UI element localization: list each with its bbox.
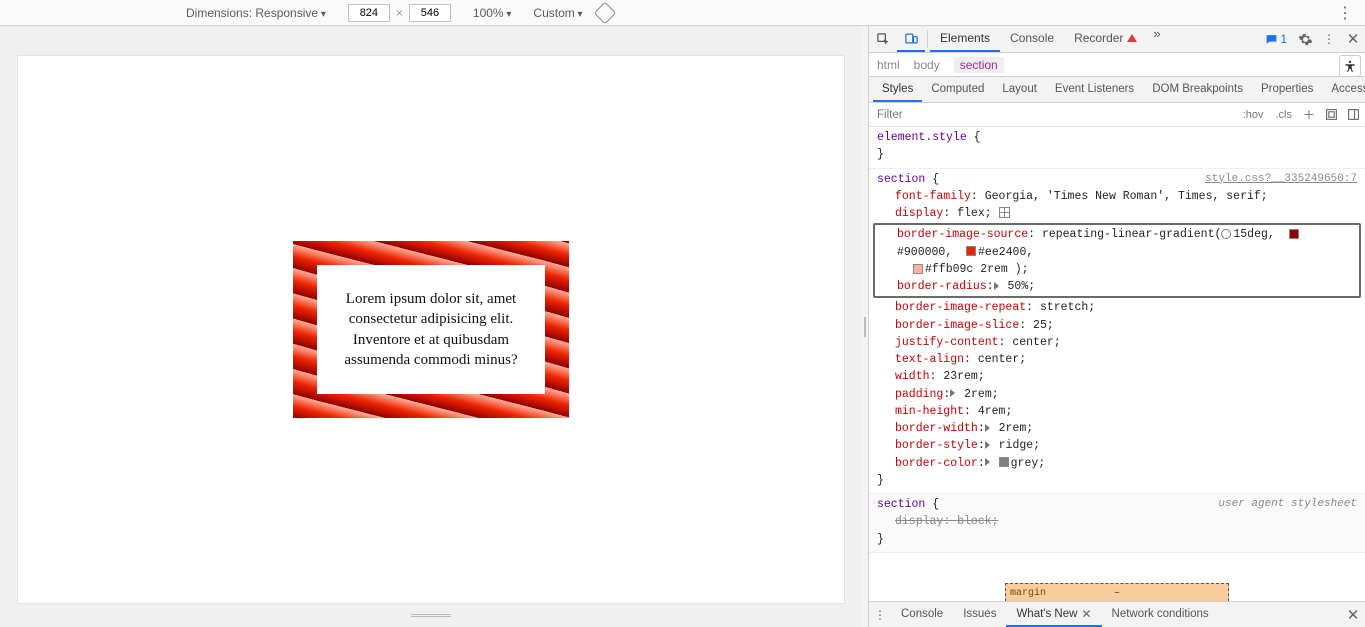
toggle-sidebar-icon[interactable]: [1345, 107, 1361, 123]
subtab-properties[interactable]: Properties: [1252, 77, 1322, 102]
viewport-width-input[interactable]: [348, 4, 390, 22]
device-toolbar: Dimensions: Responsive × 100% Custom ⋮: [0, 0, 1365, 26]
drawer-tab-whats-new[interactable]: What's New✕: [1006, 602, 1101, 627]
drawer-menu-icon[interactable]: ⋮: [869, 602, 891, 627]
rule-element-style[interactable]: element.style { }: [869, 127, 1365, 169]
dom-breadcrumb: html body section: [869, 53, 1365, 77]
subtab-event-listeners[interactable]: Event Listeners: [1046, 77, 1143, 102]
inspect-icon[interactable]: [869, 26, 897, 52]
settings-gear-icon[interactable]: [1293, 26, 1317, 52]
close-devtools-icon[interactable]: ✕: [1341, 26, 1365, 52]
color-swatch-3[interactable]: [913, 264, 923, 274]
dimension-separator: ×: [396, 6, 403, 20]
box-model-diagram[interactable]: margin – – – – border 32 32 32 32 padd: [869, 553, 1365, 601]
color-swatch-1[interactable]: [1289, 229, 1299, 239]
more-tabs[interactable]: »: [1147, 26, 1166, 52]
section-text: Lorem ipsum dolor sit, amet consectetur …: [341, 289, 521, 370]
selector-section: section: [877, 173, 925, 186]
dimensions-dropdown[interactable]: Dimensions: Responsive: [186, 6, 326, 20]
ua-stylesheet-label: user agent stylesheet: [1218, 496, 1357, 513]
subtab-computed[interactable]: Computed: [922, 77, 993, 102]
source-link[interactable]: style.css?__335249650:7: [1205, 171, 1357, 188]
viewport-wrap: Lorem ipsum dolor sit, amet consectetur …: [0, 26, 862, 627]
expand-shorthand-icon[interactable]: [985, 424, 990, 432]
zoom-dropdown[interactable]: 100%: [473, 6, 512, 20]
drawer-tab-issues[interactable]: Issues: [953, 602, 1006, 627]
selector-element-style: element.style: [877, 131, 967, 144]
new-style-rule-icon[interactable]: ＋: [1301, 107, 1317, 123]
throttle-dropdown[interactable]: Custom: [533, 6, 582, 20]
subtab-styles[interactable]: Styles: [873, 77, 922, 102]
page-section[interactable]: Lorem ipsum dolor sit, amet consectetur …: [293, 241, 569, 418]
styles-subtabs: Styles Computed Layout Event Listeners D…: [869, 77, 1365, 103]
selector-ua-section: section: [877, 498, 925, 511]
tab-console[interactable]: Console: [1000, 26, 1064, 52]
breadcrumb-html[interactable]: html: [877, 58, 900, 72]
devtools-panel: Elements Console Recorder » 1 ⋮ ✕ html b…: [868, 26, 1365, 627]
color-swatch-2[interactable]: [966, 246, 976, 256]
hov-toggle[interactable]: :hov: [1240, 109, 1267, 121]
computed-reveal-icon[interactable]: [1323, 107, 1339, 123]
expand-shorthand-icon[interactable]: [985, 458, 990, 466]
device-mode-icon[interactable]: [897, 26, 925, 52]
breadcrumb-section[interactable]: section: [954, 57, 1004, 73]
tab-recorder[interactable]: Recorder: [1064, 26, 1147, 52]
viewport-resize-handle[interactable]: [18, 603, 844, 617]
beta-icon: [1127, 34, 1137, 42]
rule-ua-section[interactable]: user agent stylesheet section { display:…: [869, 494, 1365, 553]
bm-margin-label: margin: [1010, 586, 1046, 601]
rule-section[interactable]: style.css?__335249650:7 section { font-f…: [869, 169, 1365, 495]
devtools-tabstrip: Elements Console Recorder » 1 ⋮ ✕: [869, 26, 1365, 53]
expand-shorthand-icon[interactable]: [994, 282, 999, 290]
messages-indicator[interactable]: 1: [1259, 26, 1293, 52]
angle-swatch-icon[interactable]: [1221, 229, 1231, 239]
close-tab-icon[interactable]: ✕: [1077, 607, 1091, 621]
expand-shorthand-icon[interactable]: [985, 441, 990, 449]
subtab-accessibility[interactable]: Accessibility: [1322, 77, 1365, 102]
styles-filter-row: :hov .cls ＋: [869, 103, 1365, 127]
cls-toggle[interactable]: .cls: [1273, 109, 1296, 121]
main-split: Lorem ipsum dolor sit, amet consectetur …: [0, 26, 1365, 627]
accessibility-badge-icon[interactable]: [1339, 55, 1361, 77]
drawer-tab-network-conditions[interactable]: Network conditions: [1102, 602, 1219, 627]
drawer-tabstrip: ⋮ Console Issues What's New✕ Network con…: [869, 601, 1365, 627]
color-swatch-grey[interactable]: [999, 457, 1009, 467]
close-drawer-icon[interactable]: ✕: [1341, 602, 1365, 627]
drawer-tab-console[interactable]: Console: [891, 602, 953, 627]
device-toolbar-menu-icon[interactable]: ⋮: [1331, 3, 1359, 23]
rotate-icon[interactable]: [593, 1, 616, 24]
devtools-menu-icon[interactable]: ⋮: [1317, 26, 1341, 52]
flex-editor-icon[interactable]: [999, 207, 1010, 218]
tab-elements[interactable]: Elements: [930, 26, 1000, 52]
expand-shorthand-icon[interactable]: [950, 389, 955, 397]
rendered-viewport[interactable]: Lorem ipsum dolor sit, amet consectetur …: [18, 56, 844, 603]
breadcrumb-body[interactable]: body: [914, 58, 940, 72]
viewport-height-input[interactable]: [409, 4, 451, 22]
highlighted-declarations: border-image-source: repeating-linear-gr…: [873, 223, 1361, 298]
subtab-layout[interactable]: Layout: [993, 77, 1046, 102]
subtab-dom-breakpoints[interactable]: DOM Breakpoints: [1143, 77, 1252, 102]
styles-filter-input[interactable]: [873, 108, 1234, 122]
styles-body[interactable]: element.style { } style.css?__335249650:…: [869, 127, 1365, 601]
